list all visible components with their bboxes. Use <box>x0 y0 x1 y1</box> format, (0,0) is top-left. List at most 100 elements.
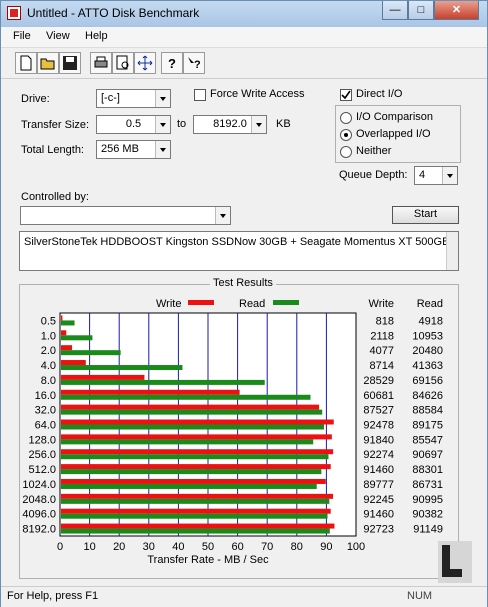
svg-text:?: ? <box>194 59 201 71</box>
read-bar <box>61 379 265 385</box>
status-text: For Help, press F1 <box>7 590 99 602</box>
write-bar <box>61 345 73 351</box>
chevron-down-icon[interactable] <box>251 116 266 133</box>
chevron-down-icon[interactable] <box>155 90 170 107</box>
legend-read-swatch <box>273 300 299 305</box>
force-write-checkbox[interactable] <box>194 89 206 101</box>
queue-depth-select[interactable]: 4 <box>414 166 458 185</box>
start-button[interactable]: Start <box>392 206 459 224</box>
direct-io-label[interactable]: Direct I/O <box>356 88 402 100</box>
chevron-down-icon[interactable] <box>155 116 170 133</box>
help-icon[interactable]: ? <box>161 52 183 74</box>
transfer-from-select[interactable]: 0.5 <box>96 115 171 134</box>
move-icon[interactable] <box>134 52 156 74</box>
write-value: 91840 <box>363 434 394 446</box>
read-bar <box>61 320 75 326</box>
transfer-to-select[interactable]: 8192.0 <box>193 115 267 134</box>
write-bar <box>61 330 67 336</box>
drive-select[interactable]: [-c-] <box>96 89 171 108</box>
atto-window: Untitled - ATTO Disk Benchmark — □ ✕ Fil… <box>0 0 488 607</box>
read-bar <box>61 409 323 415</box>
write-value: 4077 <box>370 345 394 357</box>
total-length-select[interactable]: 256 MB <box>96 140 171 159</box>
read-value: 69156 <box>412 375 443 387</box>
y-tick-label: 0.5 <box>41 315 56 327</box>
legend-write-swatch <box>188 300 214 305</box>
transfer-unit-label: KB <box>276 118 291 130</box>
overlapped-io-radio[interactable] <box>340 129 352 141</box>
toolbar: ? ? <box>1 48 487 79</box>
read-value: 88584 <box>412 405 443 417</box>
write-bar <box>61 464 331 470</box>
io-comparison-label[interactable]: I/O Comparison <box>356 111 433 123</box>
close-button[interactable]: ✕ <box>434 1 479 20</box>
y-tick-label: 4096.0 <box>22 509 56 521</box>
chevron-down-icon[interactable] <box>155 141 170 158</box>
description-field[interactable]: SilverStoneTek HDDBOOST Kingston SSDNow … <box>19 231 459 271</box>
write-value: 92723 <box>363 524 394 536</box>
transfer-size-label: Transfer Size: <box>21 119 90 131</box>
write-bar <box>61 360 86 366</box>
window-title: Untitled - ATTO Disk Benchmark <box>27 6 200 20</box>
read-bar <box>61 394 311 400</box>
y-tick-label: 64.0 <box>35 420 56 432</box>
chevron-down-icon[interactable] <box>442 167 457 184</box>
save-icon[interactable] <box>59 52 81 74</box>
read-value: 20480 <box>412 345 443 357</box>
description-scrollbar[interactable] <box>446 232 458 270</box>
transfer-from-value: 0.5 <box>125 118 142 130</box>
neither-label[interactable]: Neither <box>356 145 391 157</box>
y-tick-label: 512.0 <box>28 464 56 476</box>
overlapped-io-label[interactable]: Overlapped I/O <box>356 128 431 140</box>
print-icon[interactable] <box>90 52 112 74</box>
write-value: 92478 <box>363 420 394 432</box>
print-preview-icon[interactable] <box>112 52 134 74</box>
y-tick-label: 256.0 <box>28 449 56 461</box>
force-write-label[interactable]: Force Write Access <box>210 88 305 100</box>
x-tick-label: 60 <box>231 541 243 553</box>
write-value: 8714 <box>370 360 394 372</box>
atto-app-icon <box>7 6 21 20</box>
direct-io-checkbox[interactable] <box>340 89 352 101</box>
write-value: 92274 <box>363 449 394 461</box>
new-icon[interactable] <box>15 52 37 74</box>
drive-label: Drive: <box>21 93 50 105</box>
write-bar <box>61 419 334 425</box>
menu-bar: File View Help <box>1 27 487 48</box>
write-bar <box>61 523 335 529</box>
read-value: 90995 <box>412 494 443 506</box>
read-bar <box>61 365 183 371</box>
chevron-down-icon[interactable] <box>215 207 230 224</box>
write-value: 87527 <box>363 405 394 417</box>
context-help-icon[interactable]: ? <box>183 52 205 74</box>
minimize-button[interactable]: — <box>382 1 408 20</box>
read-bar <box>61 335 93 341</box>
read-value: 4918 <box>419 315 443 327</box>
x-tick-label: 0 <box>57 541 63 553</box>
controlled-by-select[interactable] <box>20 206 231 225</box>
neither-radio[interactable] <box>340 146 352 158</box>
write-value: 60681 <box>363 390 394 402</box>
y-tick-label: 32.0 <box>35 405 56 417</box>
menu-file[interactable]: File <box>13 30 31 42</box>
x-tick-label: 80 <box>291 541 303 553</box>
maximize-button[interactable]: □ <box>408 1 434 20</box>
write-value: 89777 <box>363 479 394 491</box>
menu-help[interactable]: Help <box>85 30 108 42</box>
read-value: 85547 <box>412 434 443 446</box>
io-comparison-radio[interactable] <box>340 112 352 124</box>
write-column-header: Write <box>369 298 394 310</box>
x-tick-label: 40 <box>172 541 184 553</box>
write-value: 2118 <box>370 330 394 342</box>
legend-write-label: Write <box>156 298 181 310</box>
open-icon[interactable] <box>37 52 59 74</box>
x-axis-label: Transfer Rate - MB / Sec <box>147 554 269 566</box>
write-bar <box>61 449 334 455</box>
y-tick-label: 2048.0 <box>22 494 56 506</box>
menu-view[interactable]: View <box>46 30 70 42</box>
write-bar <box>61 315 63 321</box>
write-value: 91460 <box>363 509 394 521</box>
y-tick-label: 2.0 <box>41 345 56 357</box>
title-bar[interactable]: Untitled - ATTO Disk Benchmark — □ ✕ <box>1 1 487 27</box>
read-value: 90382 <box>412 509 443 521</box>
